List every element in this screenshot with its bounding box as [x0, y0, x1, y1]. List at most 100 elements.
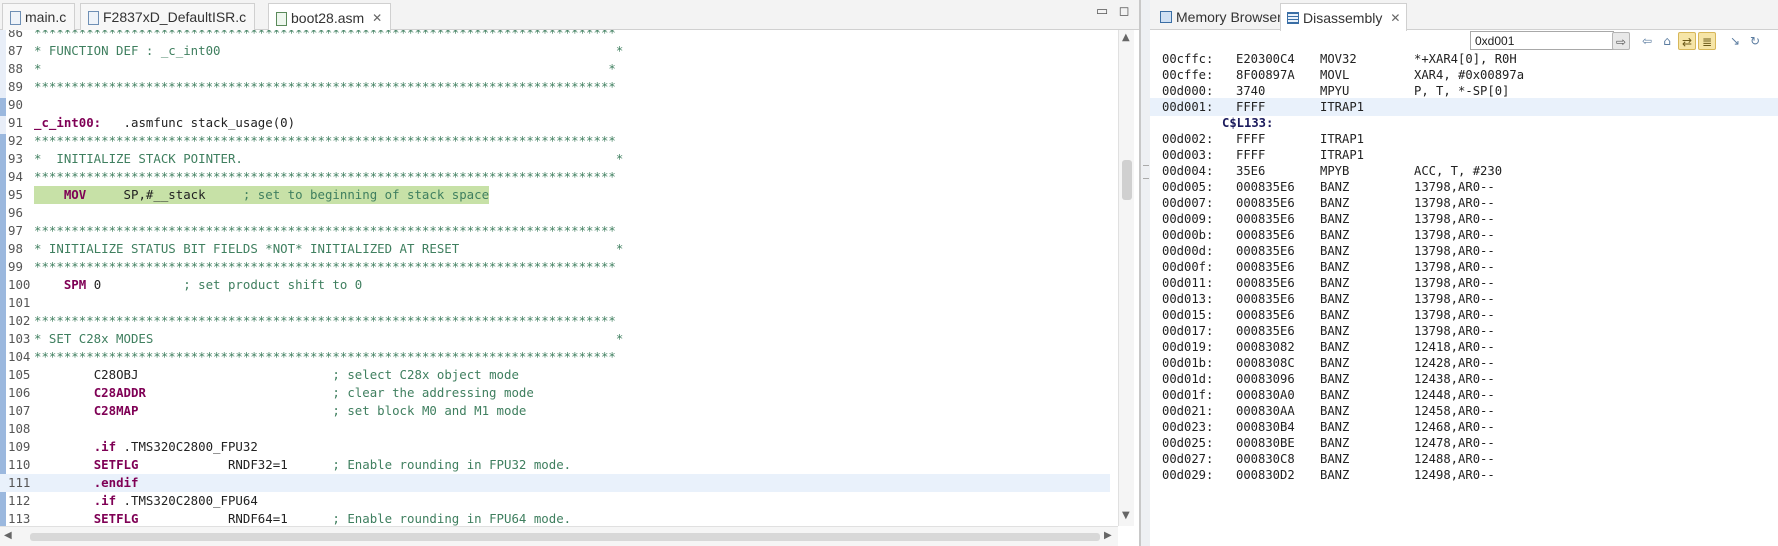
code-line[interactable]: 95 MOV SP,#__stack ; set to beginning of… [0, 186, 1110, 204]
line-number: 89 [8, 79, 23, 94]
comment-text: ****************************************… [34, 30, 616, 40]
step-into-icon[interactable]: ↘ [1726, 32, 1744, 50]
disassembly-listing[interactable]: 00cffc: E20300C4 MOV32 *+XAR4[0], R0H 00cffe… [1150, 52, 1778, 546]
inline-comment: ; Enable rounding in FPU32 mode. [332, 457, 572, 472]
editor-tabbar: main.c F2837xD_DefaultISR.c boot28.asm ✕… [0, 0, 1139, 31]
code-line[interactable]: 105 C28OBJ ; select C28x object mode [0, 366, 1110, 384]
go-icon[interactable]: ⇨ [1612, 32, 1630, 50]
scroll-thumb[interactable] [1122, 160, 1132, 200]
c-file-icon [87, 10, 99, 25]
close-icon[interactable]: ✕ [1390, 11, 1400, 25]
scroll-up-icon[interactable]: ▲ [1122, 32, 1130, 43]
editor-horizontal-scrollbar[interactable]: ◀ ▶ [0, 526, 1118, 546]
address: 00d029: [1162, 468, 1214, 482]
code-line[interactable]: 113 SETFLG RNDF64=1 ; Enable rounding in… [0, 510, 1110, 526]
scroll-right-icon[interactable]: ▶ [1104, 530, 1112, 541]
line-text: SETFLG RNDF64=1 ; Enable rounding in FPU… [34, 510, 571, 526]
refresh-icon[interactable]: ↻ [1746, 32, 1764, 50]
line-text: .if .TMS320C2800_FPU32 [34, 438, 258, 456]
code-line[interactable]: 108 [0, 420, 1110, 438]
code-line[interactable]: 109 .if .TMS320C2800_FPU32 [0, 438, 1110, 456]
code-line[interactable]: 90 [0, 96, 1110, 114]
inline-comment: ; clear the addressing mode [332, 385, 534, 400]
scroll-thumb[interactable] [30, 533, 1100, 541]
code-line[interactable]: 97 **************************************… [0, 222, 1110, 240]
mnemonic: .endif [93, 475, 139, 490]
editor-pane: main.c F2837xD_DefaultISR.c boot28.asm ✕… [0, 0, 1140, 546]
code-line[interactable]: 100 SPM 0 ; set product shift to 0 [0, 276, 1110, 294]
tab-disassembly[interactable]: Disassembly ✕ [1280, 3, 1408, 31]
editor-vertical-scrollbar[interactable]: ▲ ▼ [1118, 30, 1134, 526]
code-line[interactable]: 112 .if .TMS320C2800_FPU64 [0, 492, 1110, 510]
code-line[interactable]: 104 *************************************… [0, 348, 1110, 366]
code-line[interactable]: 101 [0, 294, 1110, 312]
code-editor[interactable]: 86 **************************************… [0, 30, 1118, 526]
operands [146, 385, 333, 400]
disassembly-row[interactable]: 00d029: 000830D2 BANZ 12498,AR0-- [1150, 466, 1778, 484]
code-line[interactable]: 94 **************************************… [0, 168, 1110, 186]
line-text: * SET C28x MODES * [34, 330, 623, 348]
code-line[interactable]: 92 **************************************… [0, 132, 1110, 150]
minimize-icon[interactable]: ▭ [1094, 5, 1110, 21]
code-line[interactable]: 88 * * [0, 60, 1110, 78]
code-line[interactable]: 99 **************************************… [0, 258, 1110, 276]
scroll-left-icon[interactable]: ◀ [4, 530, 12, 541]
address-input[interactable] [1470, 31, 1614, 50]
comment-text: * * [34, 61, 616, 76]
code-line[interactable]: 106 C28ADDR ; clear the addressing mode [0, 384, 1110, 402]
line-number: 99 [8, 259, 23, 274]
line-number: 88 [8, 61, 23, 76]
tab-memory-browser[interactable]: Memory Browser [1154, 3, 1288, 30]
splitter-grip[interactable] [1143, 165, 1149, 179]
code-line[interactable]: 93 * INITIALIZE STACK POINTER. * [0, 150, 1110, 168]
code-line[interactable]: 91 _c_int00: .asmfunc stack_usage(0) [0, 114, 1110, 132]
comment-text: * SET C28x MODES * [34, 331, 624, 346]
code-line[interactable]: 103 * SET C28x MODES * [0, 330, 1110, 348]
line-number: 86 [8, 30, 23, 40]
tab-defaultisr-c[interactable]: F2837xD_DefaultISR.c [80, 3, 256, 30]
code-line[interactable]: 102 *************************************… [0, 312, 1110, 330]
comment-text: ****************************************… [34, 79, 616, 94]
line-number: 112 [8, 493, 31, 508]
line-text: .if .TMS320C2800_FPU64 [34, 492, 258, 510]
line-text: * * [34, 60, 616, 78]
line-number: 103 [8, 331, 31, 346]
line-text: * FUNCTION DEF : _c_int00 * [34, 42, 623, 60]
code-line[interactable]: 98 * INITIALIZE STATUS BIT FIELDS *NOT* I… [0, 240, 1110, 258]
home-icon[interactable]: ⌂ [1658, 32, 1676, 50]
view-tabbar: Memory Browser Disassembly ✕ [1150, 0, 1778, 31]
operands: .TMS320C2800_FPU64 [116, 493, 258, 508]
mnemonic: SETFLG [93, 457, 139, 472]
code-line[interactable]: 96 [0, 204, 1110, 222]
code-line[interactable]: 110 SETFLG RNDF32=1 ; Enable rounding in… [0, 456, 1110, 474]
line-number: 106 [8, 385, 31, 400]
close-icon[interactable]: ✕ [372, 11, 382, 25]
line-number: 113 [8, 511, 31, 526]
code-line[interactable]: 107 C28MAP ; set block M0 and M1 mode [0, 402, 1110, 420]
show-source-icon[interactable]: ≣ [1698, 32, 1716, 50]
maximize-icon[interactable]: ◻ [1116, 5, 1132, 21]
line-text: _c_int00: .asmfunc stack_usage(0) [34, 114, 295, 132]
line-text: C28MAP ; set block M0 and M1 mode [34, 402, 527, 420]
line-number: 109 [8, 439, 31, 454]
operands: SP,#__stack [86, 187, 243, 202]
line-text: ****************************************… [34, 168, 616, 186]
code-line[interactable]: 86 **************************************… [0, 30, 1110, 42]
link-source-icon[interactable]: ⇄ [1678, 32, 1696, 50]
scroll-down-icon[interactable]: ▼ [1122, 510, 1130, 521]
code-line[interactable]: 111 .endif [0, 474, 1110, 492]
operands: RNDF32=1 [138, 457, 333, 472]
tab-main-c[interactable]: main.c [2, 3, 76, 30]
code-line[interactable]: 87 * FUNCTION DEF : _c_int00 * [0, 42, 1110, 60]
pane-splitter[interactable] [1140, 0, 1150, 546]
tab-boot28-asm[interactable]: boot28.asm ✕ [268, 3, 392, 31]
asm-file-icon [275, 11, 287, 26]
code-line[interactable]: 89 **************************************… [0, 78, 1110, 96]
mnemonic: MOV [63, 187, 87, 202]
mnemonic: SETFLG [93, 511, 139, 526]
back-icon[interactable]: ⇦ [1638, 32, 1656, 50]
line-text: ****************************************… [34, 222, 616, 240]
